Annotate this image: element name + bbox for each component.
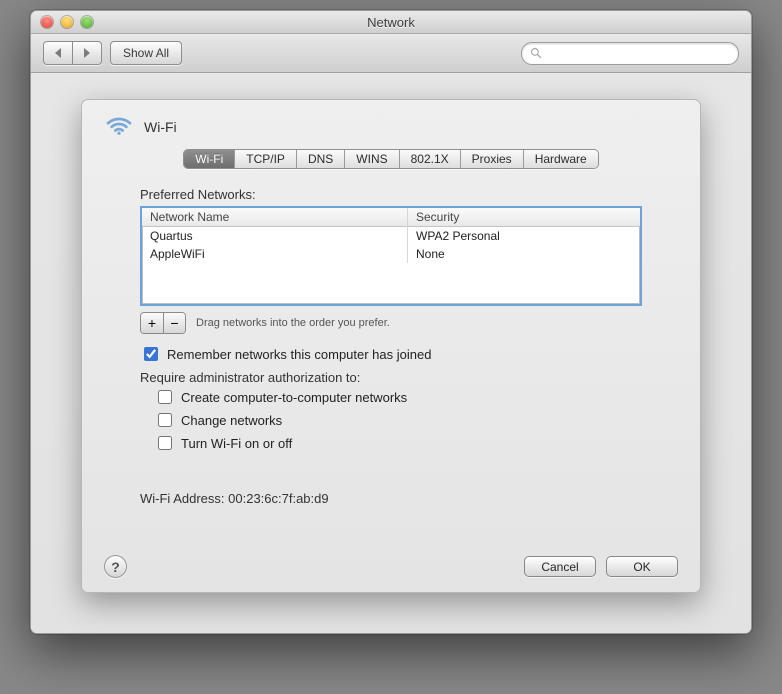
- search-input[interactable]: [547, 45, 730, 61]
- add-network-button[interactable]: +: [141, 313, 163, 333]
- wifi-address: Wi-Fi Address: 00:23:6c:7f:ab:d9: [140, 491, 642, 506]
- remove-network-button[interactable]: −: [163, 313, 185, 333]
- search-icon: [530, 47, 542, 59]
- admin-auth-checkbox[interactable]: [158, 436, 172, 450]
- forward-button[interactable]: [73, 41, 102, 65]
- wifi-tab-body: Preferred Networks: Network Name Securit…: [140, 181, 642, 506]
- table-controls: + − Drag networks into the order you pre…: [140, 312, 642, 334]
- tab-tcp-ip[interactable]: TCP/IP: [235, 150, 297, 168]
- cell-network-name: AppleWiFi: [142, 245, 408, 263]
- admin-auth-checkbox[interactable]: [158, 413, 172, 427]
- column-network-name[interactable]: Network Name: [142, 208, 408, 227]
- wifi-advanced-sheet: Wi-Fi Wi-FiTCP/IPDNSWINS802.1XProxiesHar…: [81, 99, 701, 593]
- admin-auth-option[interactable]: Change networks: [154, 410, 642, 430]
- preferred-networks-label: Preferred Networks:: [140, 187, 642, 202]
- window-title: Network: [31, 15, 751, 30]
- ok-button[interactable]: OK: [606, 556, 678, 577]
- content-area: Wi-Fi Wi-FiTCP/IPDNSWINS802.1XProxiesHar…: [31, 73, 751, 633]
- admin-auth-label: Change networks: [181, 413, 282, 428]
- tab-wins[interactable]: WINS: [345, 150, 399, 168]
- table-row[interactable]: QuartusWPA2 Personal: [142, 227, 640, 245]
- tab-wi-fi[interactable]: Wi-Fi: [184, 150, 235, 168]
- sheet-header: Wi-Fi: [104, 114, 678, 139]
- drag-hint: Drag networks into the order you prefer.: [196, 317, 390, 329]
- sheet-footer: ? Cancel OK: [104, 555, 678, 578]
- column-security[interactable]: Security: [408, 208, 640, 227]
- require-admin-label: Require administrator authorization to:: [140, 370, 642, 385]
- add-remove-buttons: + −: [140, 312, 186, 334]
- admin-auth-label: Turn Wi-Fi on or off: [181, 436, 292, 451]
- wifi-address-value: 00:23:6c:7f:ab:d9: [228, 491, 328, 506]
- toolbar: Show All: [31, 34, 751, 73]
- back-button[interactable]: [43, 41, 73, 65]
- wifi-icon: [104, 114, 134, 139]
- table-row[interactable]: AppleWiFiNone: [142, 245, 640, 263]
- chevron-right-icon: [84, 48, 90, 58]
- remember-networks-input[interactable]: [144, 347, 158, 361]
- nav-back-forward: [43, 41, 102, 65]
- tab-bar: Wi-FiTCP/IPDNSWINS802.1XProxiesHardware: [183, 149, 598, 169]
- tab-dns[interactable]: DNS: [297, 150, 345, 168]
- admin-auth-options: Create computer-to-computer networks Chan…: [154, 387, 642, 453]
- tab-proxies[interactable]: Proxies: [461, 150, 524, 168]
- sheet-title: Wi-Fi: [144, 119, 177, 135]
- show-all-button[interactable]: Show All: [110, 41, 182, 65]
- tab-802-1x[interactable]: 802.1X: [400, 150, 461, 168]
- cell-security: WPA2 Personal: [408, 227, 640, 245]
- preferred-networks-table[interactable]: Network Name Security QuartusWPA2 Person…: [140, 206, 642, 306]
- remember-networks-checkbox[interactable]: Remember networks this computer has join…: [140, 344, 642, 364]
- cell-network-name: Quartus: [142, 227, 408, 245]
- titlebar: Network: [31, 11, 751, 34]
- admin-auth-label: Create computer-to-computer networks: [181, 390, 407, 405]
- tab-hardware[interactable]: Hardware: [524, 150, 598, 168]
- cell-security: None: [408, 245, 640, 263]
- admin-auth-option[interactable]: Turn Wi-Fi on or off: [154, 433, 642, 453]
- network-preferences-window: Network Show All Wi-Fi Wi-FiTCP/IPDNSWIN…: [30, 10, 752, 634]
- wifi-address-label: Wi-Fi Address:: [140, 491, 225, 506]
- admin-auth-option[interactable]: Create computer-to-computer networks: [154, 387, 642, 407]
- help-button[interactable]: ?: [104, 555, 127, 578]
- search-field[interactable]: [521, 42, 739, 65]
- cancel-button[interactable]: Cancel: [524, 556, 596, 577]
- chevron-left-icon: [55, 48, 61, 58]
- remember-networks-label: Remember networks this computer has join…: [167, 347, 431, 362]
- admin-auth-checkbox[interactable]: [158, 390, 172, 404]
